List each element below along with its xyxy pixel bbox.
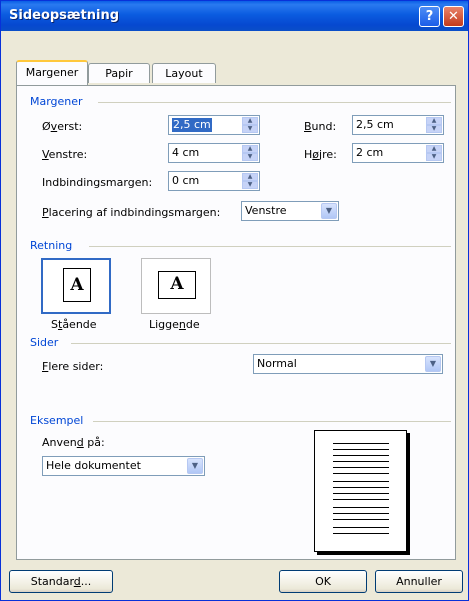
right-margin-label: Højre: (304, 148, 337, 161)
spin-up-icon[interactable]: ▲ (242, 145, 258, 153)
right-margin-value[interactable]: 2 cm (356, 146, 383, 160)
chevron-down-icon[interactable]: ▼ (187, 458, 203, 474)
landscape-page-icon: A (158, 271, 196, 299)
close-icon[interactable]: ✕ (443, 6, 464, 27)
multiple-pages-value: Normal (257, 357, 297, 370)
top-margin-value[interactable]: 2,5 cm (172, 118, 212, 132)
spin-down-icon[interactable]: ▼ (242, 125, 258, 133)
left-margin-spinner[interactable]: 4 cm ▲ ▼ (168, 143, 260, 163)
page-preview (314, 430, 407, 552)
spin-down-icon[interactable]: ▼ (242, 181, 258, 189)
section-preview-label: Eksempel (30, 414, 84, 427)
apply-to-value: Hele dokumentet (46, 459, 141, 472)
chevron-down-icon[interactable]: ▼ (425, 356, 441, 372)
page-setup-dialog: Sideopsætning ? ✕ Margener Papir Layout … (0, 0, 469, 601)
spin-up-icon[interactable]: ▲ (242, 173, 258, 181)
apply-to-select[interactable]: Hele dokumentet ▼ (42, 456, 205, 476)
section-margins-label: Margener (30, 95, 83, 108)
section-orientation-label: Retning (30, 239, 73, 252)
top-margin-spinner[interactable]: 2,5 cm ▲ ▼ (168, 115, 260, 135)
bottom-margin-spinner[interactable]: 2,5 cm ▲ ▼ (352, 115, 444, 135)
gutter-spinner[interactable]: 0 cm ▲ ▼ (168, 171, 260, 191)
apply-to-label: Anvend på: (42, 436, 105, 449)
right-margin-spinner[interactable]: 2 cm ▲ ▼ (352, 143, 444, 163)
default-button[interactable]: Standard... (9, 570, 113, 593)
portrait-page-icon: A (63, 268, 91, 302)
gutter-value[interactable]: 0 cm (172, 174, 199, 188)
dialog-title: Sideopsætning (9, 8, 120, 23)
landscape-label: Liggende (149, 318, 200, 331)
left-margin-value[interactable]: 4 cm (172, 146, 199, 160)
title-bar[interactable]: Sideopsætning ? ✕ (1, 1, 468, 31)
portrait-label: Stående (51, 318, 97, 331)
orientation-landscape-option[interactable]: A (141, 258, 211, 314)
help-icon[interactable]: ? (419, 6, 440, 27)
spin-down-icon[interactable]: ▼ (426, 125, 442, 133)
ok-button[interactable]: OK (279, 570, 367, 593)
tab-paper[interactable]: Papir (88, 63, 150, 83)
section-pages-label: Sider (30, 336, 59, 349)
tab-margins[interactable]: Margener (16, 60, 88, 85)
left-margin-label: Venstre: (42, 148, 88, 161)
divider (98, 102, 451, 103)
spin-up-icon[interactable]: ▲ (426, 145, 442, 153)
bottom-margin-label: Bund: (304, 120, 337, 133)
cancel-button[interactable]: Annuller (375, 570, 463, 593)
divider (93, 421, 451, 422)
spin-down-icon[interactable]: ▼ (242, 153, 258, 161)
chevron-down-icon[interactable]: ▼ (321, 203, 337, 219)
bottom-margin-value[interactable]: 2,5 cm (356, 118, 394, 132)
divider (71, 343, 451, 344)
gutter-position-label: Placering af indbindingsmargen: (42, 206, 221, 219)
spin-down-icon[interactable]: ▼ (426, 153, 442, 161)
gutter-position-value: Venstre (245, 204, 287, 217)
multiple-pages-label: Flere sider: (42, 360, 104, 373)
multiple-pages-select[interactable]: Normal ▼ (253, 354, 443, 374)
spin-up-icon[interactable]: ▲ (426, 117, 442, 125)
tab-layout[interactable]: Layout (152, 63, 216, 83)
top-margin-label: Øverst: (42, 120, 83, 133)
orientation-portrait-option[interactable]: A (41, 258, 111, 314)
spin-up-icon[interactable]: ▲ (242, 117, 258, 125)
divider (89, 246, 451, 247)
gutter-position-select[interactable]: Venstre ▼ (241, 201, 339, 221)
gutter-label: Indbindingsmargen: (42, 176, 153, 189)
